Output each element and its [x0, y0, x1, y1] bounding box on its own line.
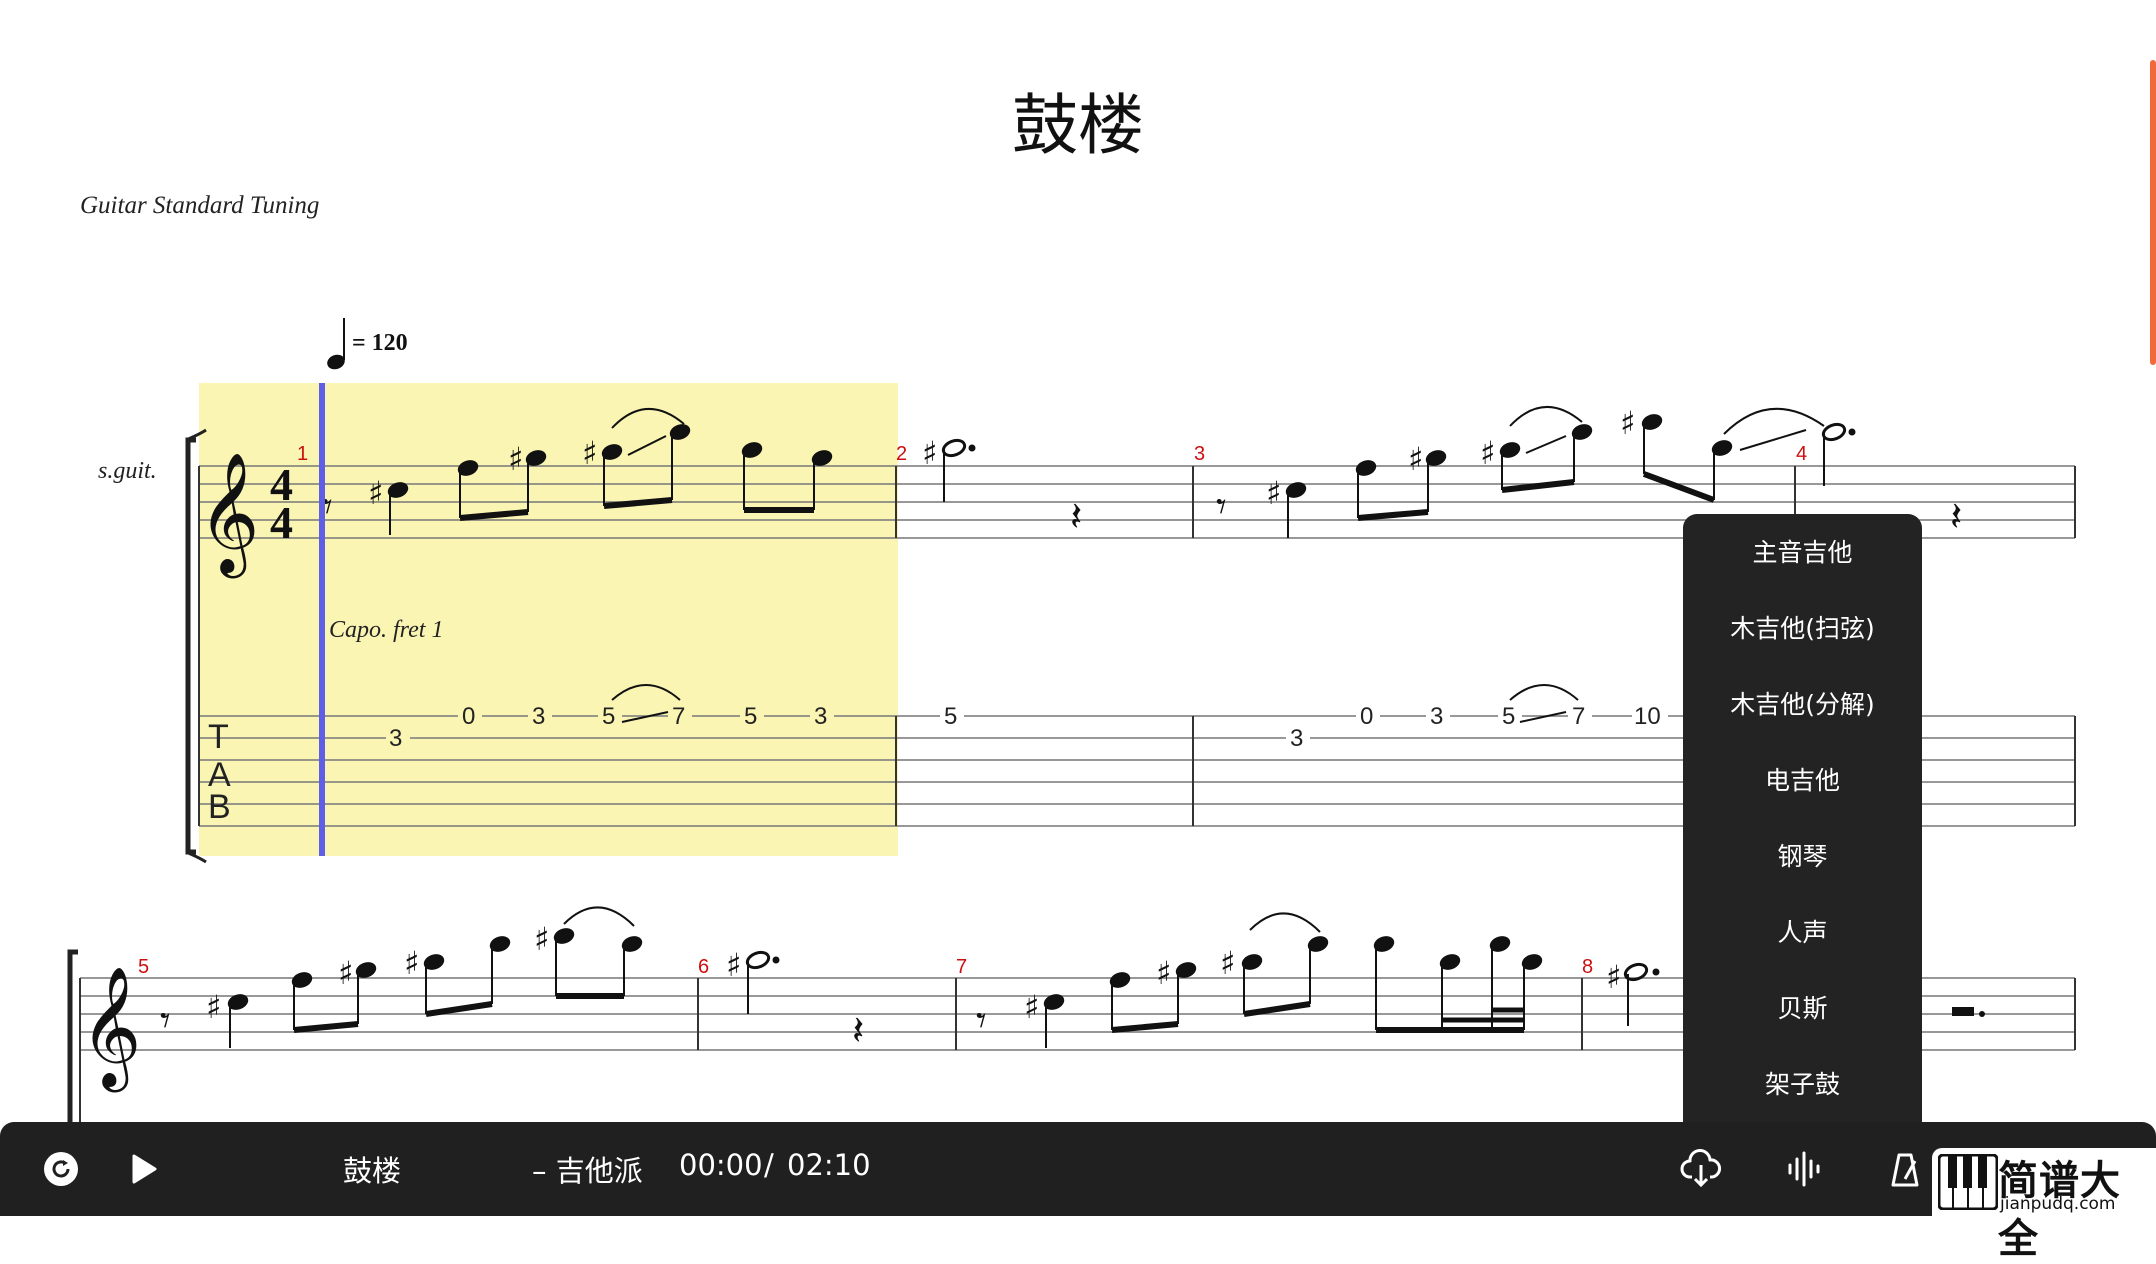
- loop-icon: [44, 1152, 78, 1186]
- svg-text:♯: ♯: [1620, 404, 1635, 442]
- svg-text:♯: ♯: [1266, 474, 1281, 512]
- time-signature-bottom: 4: [270, 497, 293, 548]
- play-button[interactable]: [118, 1144, 168, 1194]
- tab-number: 3: [814, 703, 827, 730]
- svg-text:♯: ♯: [404, 944, 419, 982]
- track-select-menu: 主音吉他 木吉他(扫弦) 木吉他(分解) 电吉他 钢琴 人声 贝斯 架子鼓: [1683, 514, 1922, 1124]
- system-bracket-2: [67, 949, 78, 1122]
- playback-cursor[interactable]: [319, 383, 325, 856]
- metronome-button[interactable]: [1880, 1144, 1930, 1194]
- scrollbar-thumb[interactable]: [2150, 60, 2156, 365]
- svg-text:♯: ♯: [1024, 988, 1039, 1026]
- capo-label: Capo. fret 1: [329, 617, 444, 643]
- tab-number: 0: [462, 703, 475, 730]
- svg-text:♯: ♯: [1606, 958, 1621, 996]
- measure-number: 6: [698, 956, 709, 978]
- waveform-button[interactable]: [1779, 1144, 1829, 1194]
- tab-number: 7: [672, 703, 685, 730]
- svg-text:♯: ♯: [922, 434, 937, 472]
- svg-text:♯: ♯: [726, 946, 741, 984]
- tab-number: 7: [1572, 703, 1585, 730]
- svg-text:♯: ♯: [368, 474, 383, 512]
- track-item-vocal[interactable]: 人声: [1683, 895, 1922, 971]
- tab-clef-t: T: [208, 718, 229, 756]
- svg-text:♯: ♯: [1156, 954, 1171, 992]
- measure-number: 4: [1796, 443, 1807, 465]
- measure-number: 1: [297, 443, 308, 465]
- treble-clef-icon: 𝄞: [80, 965, 141, 1092]
- svg-text:♯: ♯: [1408, 440, 1423, 478]
- site-watermark: 简谱大全 jianpudq.com: [1932, 1148, 2156, 1262]
- download-icon: [1680, 1149, 1721, 1188]
- tab-number: 5: [944, 703, 957, 730]
- tab-number: 3: [1430, 703, 1443, 730]
- waveform-icon: [1788, 1151, 1820, 1187]
- svg-text:𝄾: 𝄾: [1216, 484, 1227, 530]
- download-button[interactable]: [1676, 1144, 1726, 1194]
- svg-text:𝄽: 𝄽: [1950, 494, 1962, 540]
- track-item-piano[interactable]: 钢琴: [1683, 819, 1922, 895]
- tab-number: 3: [532, 703, 545, 730]
- instrument-label: s.guit.: [98, 458, 157, 484]
- player-bar: 鼓楼 – 吉他派 00:00 / 02:10: [0, 1122, 2156, 1216]
- svg-text:𝄽: 𝄽: [1070, 494, 1082, 540]
- measure-number: 7: [956, 956, 967, 978]
- measure-number: 8: [1582, 956, 1593, 978]
- measure-number: 5: [138, 956, 149, 978]
- treble-clef-icon: 𝄞: [198, 451, 259, 578]
- time-separator: /: [764, 1148, 774, 1182]
- track-item-drums[interactable]: 架子鼓: [1683, 1047, 1922, 1123]
- track-item-lead-guitar[interactable]: 主音吉他: [1683, 515, 1922, 591]
- current-time: 00:00: [679, 1148, 763, 1182]
- tempo-marking: = 120: [352, 330, 408, 356]
- track-item-electric-guitar[interactable]: 电吉他: [1683, 743, 1922, 819]
- svg-text:𝄾: 𝄾: [976, 998, 987, 1044]
- tempo-quarter-note-icon: [327, 318, 345, 370]
- track-item-acoustic-fingerpick[interactable]: 木吉他(分解): [1683, 667, 1922, 743]
- total-time: 02:10: [787, 1148, 871, 1182]
- svg-text:𝄽: 𝄽: [852, 1008, 864, 1054]
- piano-keys-icon: [1938, 1154, 1998, 1210]
- track-item-acoustic-strum[interactable]: 木吉他(扫弦): [1683, 591, 1922, 667]
- player-source: – 吉他派: [532, 1154, 643, 1188]
- tab-number: 10: [1634, 703, 1661, 730]
- tab-number: 5: [744, 703, 757, 730]
- track-item-bass[interactable]: 贝斯: [1683, 971, 1922, 1047]
- svg-text:♯: ♯: [534, 920, 549, 958]
- svg-text:♯: ♯: [508, 440, 523, 478]
- svg-text:♯: ♯: [206, 988, 221, 1026]
- tab-number: 0: [1360, 703, 1373, 730]
- tab-number: 3: [1290, 725, 1303, 752]
- metronome-icon: [1891, 1153, 1919, 1187]
- play-icon: [132, 1154, 157, 1184]
- watermark-url: jianpudq.com: [2000, 1194, 2116, 1214]
- loop-button[interactable]: [36, 1144, 86, 1194]
- svg-text:♯: ♯: [582, 434, 597, 472]
- svg-text:♯: ♯: [338, 954, 353, 992]
- notes-measure-2: ♯ 𝄽: [922, 434, 1082, 540]
- measure-number: 2: [896, 443, 907, 465]
- tab-number: 5: [602, 703, 615, 730]
- system-bracket: [185, 437, 196, 855]
- tab-clef-b: B: [208, 788, 231, 826]
- tab-number: 3: [389, 725, 402, 752]
- measure-number: 3: [1194, 443, 1205, 465]
- svg-text:♯: ♯: [1220, 944, 1235, 982]
- tuning-label: Guitar Standard Tuning: [80, 192, 320, 219]
- tab-number: 5: [1502, 703, 1515, 730]
- svg-text:♯: ♯: [1480, 434, 1495, 472]
- player-song-title: 鼓楼: [343, 1154, 402, 1188]
- score-title: 鼓楼: [1012, 87, 1144, 164]
- svg-text:𝄾: 𝄾: [160, 998, 171, 1044]
